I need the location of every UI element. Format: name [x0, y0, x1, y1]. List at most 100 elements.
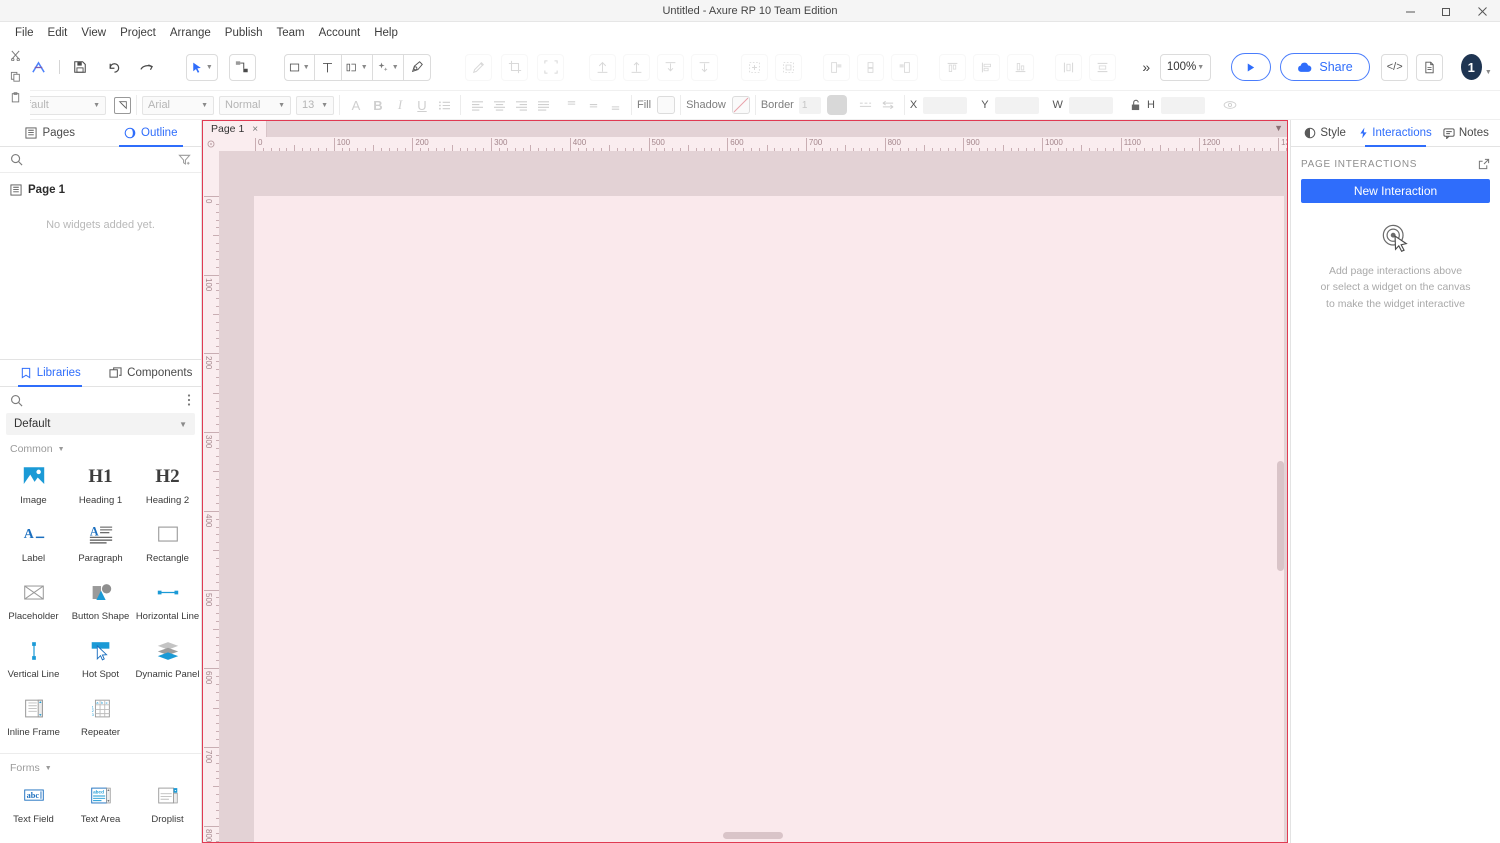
chevron-down-icon[interactable]: ▼	[303, 64, 310, 71]
pen-tool[interactable]	[404, 54, 431, 81]
chevron-down-icon[interactable]: ▼	[278, 102, 285, 109]
popout-icon[interactable]	[1478, 158, 1490, 170]
bold-button[interactable]: B	[367, 95, 389, 115]
menu-help[interactable]: Help	[367, 24, 405, 42]
align-bottom-icon[interactable]	[1007, 54, 1034, 81]
italic-button[interactable]: I	[389, 95, 411, 115]
library-item-hot-spot[interactable]: Hot Spot	[67, 631, 134, 689]
undo-icon[interactable]	[100, 54, 127, 81]
menu-edit[interactable]: Edit	[41, 24, 75, 42]
canvas-board[interactable]	[219, 151, 1287, 842]
crop-tool[interactable]	[501, 54, 528, 81]
align-top-icon[interactable]	[939, 54, 966, 81]
collapse-ruler-icon[interactable]: ▼	[1274, 123, 1283, 133]
line-style-button[interactable]	[855, 95, 877, 115]
chevron-down-icon[interactable]: ▼	[206, 64, 213, 71]
chevron-down-icon[interactable]: ▼	[58, 446, 65, 453]
avatar[interactable]: 1	[1461, 54, 1482, 80]
connector-tool[interactable]	[229, 54, 256, 81]
distribute-h-icon[interactable]	[1055, 54, 1082, 81]
paint-format-button[interactable]	[114, 97, 131, 114]
horizontal-ruler[interactable]: 0100200300400500600700800900100011001200…	[219, 137, 1287, 151]
minimize-button[interactable]	[1392, 0, 1428, 22]
canvas-page-tab[interactable]: Page 1 ×	[203, 121, 267, 137]
vertical-ruler[interactable]: 0100200300400500600700800	[203, 151, 219, 842]
library-group-header-forms[interactable]: Forms ▼	[0, 754, 201, 776]
align-right-button[interactable]	[510, 95, 532, 115]
shape-tool[interactable]: ▼	[284, 54, 315, 81]
border-width-field[interactable]: 1	[799, 97, 821, 114]
menu-project[interactable]: Project	[113, 24, 163, 42]
share-button[interactable]: Share	[1280, 53, 1369, 81]
font-weight-select[interactable]: Normal ▼	[219, 96, 291, 115]
library-group-header-common[interactable]: Common ▼	[0, 435, 201, 457]
preview-button[interactable]	[1231, 53, 1271, 81]
ungroup-icon[interactable]	[775, 54, 802, 81]
copy-icon[interactable]	[7, 69, 23, 83]
tab-components[interactable]: Components	[101, 360, 202, 386]
align-left-icon[interactable]	[589, 54, 616, 81]
save-icon[interactable]	[67, 54, 94, 81]
zoom-select[interactable]: 100% ▼	[1160, 54, 1211, 81]
library-item-label[interactable]: A Label	[0, 515, 67, 573]
tab-libraries[interactable]: Libraries	[0, 360, 101, 386]
filter-icon[interactable]	[178, 153, 191, 166]
paste-icon[interactable]	[7, 90, 23, 104]
tab-notes[interactable]: Notes	[1432, 120, 1500, 146]
align-justify-button[interactable]	[532, 95, 554, 115]
close-button[interactable]	[1464, 0, 1500, 22]
maximize-button[interactable]	[1428, 0, 1464, 22]
menu-team[interactable]: Team	[270, 24, 312, 42]
text-tool[interactable]	[315, 54, 342, 81]
slice-tool[interactable]	[537, 54, 564, 81]
library-item-text-area[interactable]: abcd Text Area	[67, 776, 134, 834]
menu-publish[interactable]: Publish	[218, 24, 270, 42]
library-item-heading-1[interactable]: H1 Heading 1	[67, 457, 134, 515]
valign-top-button[interactable]	[560, 95, 582, 115]
chevron-down-icon[interactable]: ▼	[321, 102, 328, 109]
library-item-button-shape[interactable]: Button Shape	[67, 573, 134, 631]
shadow-swatch[interactable]	[732, 96, 750, 114]
library-item-vertical-line[interactable]: Vertical Line	[0, 631, 67, 689]
align-right-icon[interactable]	[657, 54, 684, 81]
chevron-down-icon[interactable]: ▼	[361, 64, 368, 71]
align-left-button[interactable]	[466, 95, 488, 115]
valign-middle-button[interactable]	[582, 95, 604, 115]
align-middle-icon[interactable]	[973, 54, 1000, 81]
menu-arrange[interactable]: Arrange	[163, 24, 218, 42]
close-icon[interactable]: ×	[252, 124, 258, 135]
library-item-horizontal-line[interactable]: Horizontal Line	[134, 573, 201, 631]
ruler-origin-icon[interactable]	[203, 137, 219, 151]
search-icon[interactable]	[10, 153, 23, 166]
toolbar-overflow-button[interactable]: »	[1133, 54, 1160, 81]
account-chevron-down-icon[interactable]: ▼	[1485, 69, 1492, 76]
chevron-down-icon[interactable]: ▼	[392, 64, 399, 71]
code-button[interactable]: </>	[1381, 54, 1408, 81]
send-back-icon[interactable]	[857, 54, 884, 81]
library-select[interactable]: Default ▼	[6, 413, 195, 435]
canvas-horizontal-scrollbar[interactable]	[723, 832, 783, 839]
bullet-list-button[interactable]	[433, 95, 455, 115]
canvas-area[interactable]: Page 1 × ▼ 01002003004005006007008009001…	[202, 120, 1288, 843]
canvas-vertical-scrollbar[interactable]	[1277, 461, 1284, 571]
align-center-h-icon[interactable]	[623, 54, 650, 81]
fill-color-swatch[interactable]	[657, 96, 675, 114]
valign-bottom-button[interactable]	[604, 95, 626, 115]
eye-icon[interactable]	[1219, 95, 1241, 115]
tab-pages[interactable]: Pages	[0, 120, 101, 146]
group-icon[interactable]	[741, 54, 768, 81]
outline-tree-item-page1[interactable]: Page 1	[0, 179, 201, 201]
page-sheet[interactable]	[254, 196, 1284, 843]
marquee-tool[interactable]: ▼	[373, 54, 404, 81]
select-tool[interactable]: ▼	[186, 54, 218, 81]
underline-button[interactable]: U	[411, 95, 433, 115]
text-color-button[interactable]: A	[345, 95, 367, 115]
tab-style[interactable]: Style	[1291, 120, 1359, 146]
library-item-inline-frame[interactable]: Inline Frame	[0, 689, 67, 747]
tab-interactions[interactable]: Interactions	[1359, 120, 1431, 146]
library-item-placeholder[interactable]: Placeholder	[0, 573, 67, 631]
chevron-down-icon[interactable]: ▼	[45, 765, 52, 772]
w-field[interactable]	[1069, 97, 1113, 114]
border-color-swatch[interactable]	[827, 95, 847, 115]
library-item-dynamic-panel[interactable]: Dynamic Panel	[134, 631, 201, 689]
